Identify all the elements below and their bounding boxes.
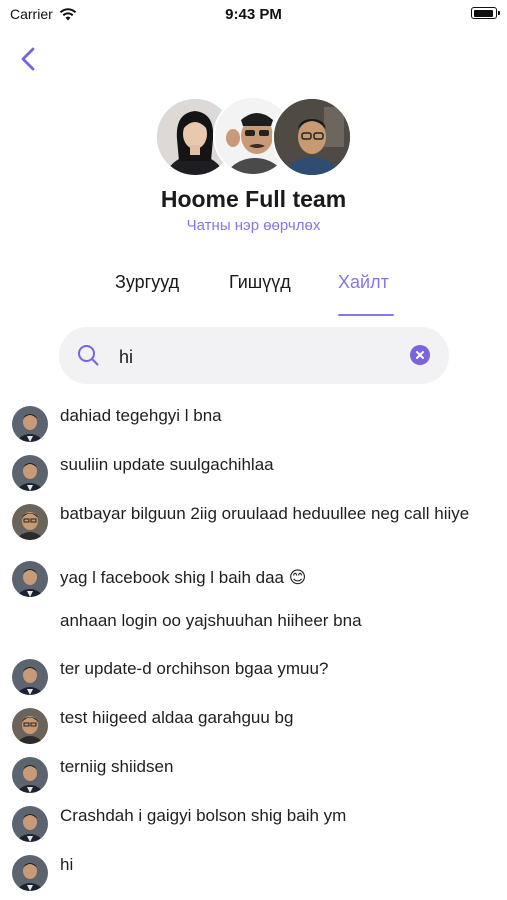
tab-bar: Зургууд Гишүүд Хайлт	[0, 272, 507, 318]
active-tab-indicator	[338, 314, 394, 316]
battery-icon	[471, 7, 500, 19]
avatar	[12, 561, 48, 597]
avatar	[12, 455, 48, 491]
result-text: terniig shiidsen	[60, 757, 174, 776]
avatar	[12, 806, 48, 842]
search-bar	[59, 327, 449, 384]
result-text: yag l facebook shig l baih daa 😊	[60, 568, 307, 587]
avatar	[12, 855, 48, 891]
search-icon	[78, 345, 99, 366]
avatar	[12, 504, 48, 540]
rename-chat-link[interactable]: Чатны нэр өөрчлөх	[0, 217, 507, 234]
search-input[interactable]	[117, 341, 401, 373]
result-text: Crashdah i gaigyi bolson shig baih ym	[60, 806, 347, 825]
result-text: ter update-d orchihson bgaa ymuu?	[60, 659, 329, 678]
tab-photos[interactable]: Зургууд	[115, 272, 179, 293]
group-title: Hoome Full team	[160, 186, 347, 212]
back-button[interactable]	[14, 44, 44, 74]
close-icon	[416, 351, 424, 359]
avatar	[12, 659, 48, 695]
result-text: hi	[60, 855, 74, 874]
tab-search[interactable]: Хайлт	[338, 272, 389, 293]
tab-members[interactable]: Гишүүд	[229, 272, 291, 293]
clear-search-button[interactable]	[410, 345, 430, 365]
avatar	[12, 406, 48, 442]
status-time: 9:43 PM	[225, 6, 282, 23]
group-avatar-stack	[155, 96, 355, 178]
result-text: dahiad tegehgyi l bna	[60, 406, 222, 425]
result-text: test hiigeed aldaa garahguu bg	[60, 708, 294, 727]
status-bar: Carrier 9:43 PM	[0, 0, 507, 28]
member-avatar-man	[272, 97, 352, 177]
chevron-left-icon	[21, 47, 35, 71]
result-text: suuliin update suulgachihlaa	[60, 455, 274, 474]
result-text: anhaan login oo yajshuuhan hiiheer bna	[60, 611, 362, 630]
result-text: batbayar bilguun 2iig oruulaad heduullee…	[60, 504, 470, 523]
avatar	[12, 708, 48, 744]
avatar	[12, 757, 48, 793]
